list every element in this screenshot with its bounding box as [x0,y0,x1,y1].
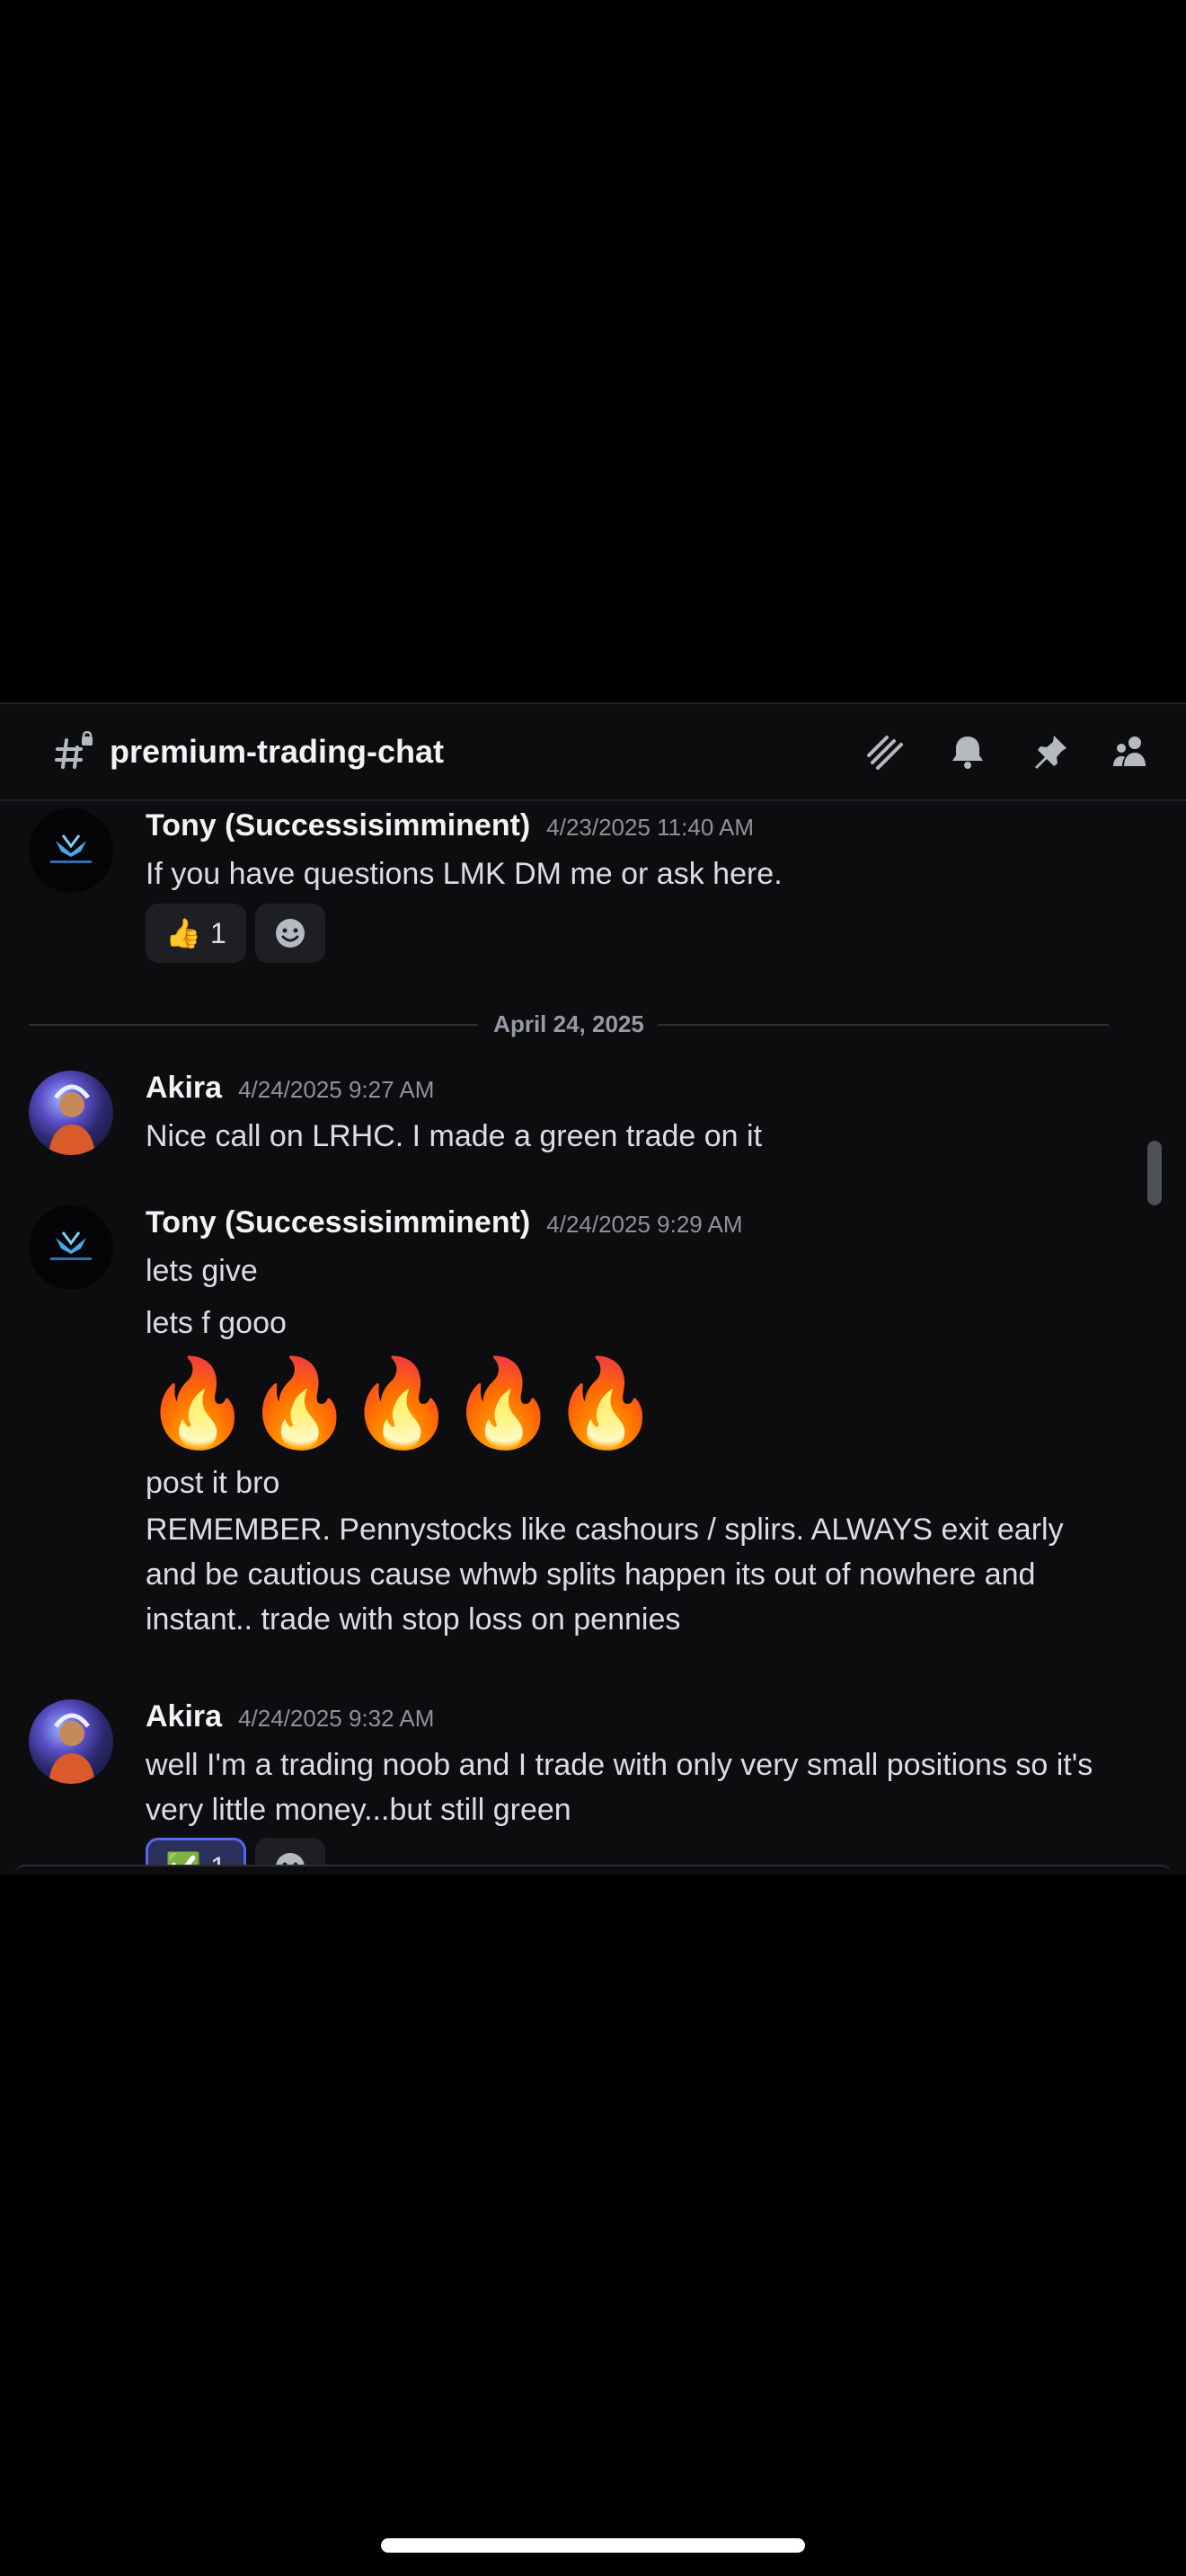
message-text: REMEMBER. Pennystocks like cashours / sp… [146,1513,1064,1636]
discord-channel-view: premium-trading-chat Tony (Successisimmi… [0,702,1186,1875]
message-text: If you have questions LMK DM me or ask h… [146,857,783,891]
author-name[interactable]: Akira [146,1699,222,1734]
add-reaction-button[interactable] [255,904,325,963]
timestamp: 4/23/2025 11:40 AM [546,814,755,841]
add-reaction-icon [276,919,305,948]
message-text: well I'm a trading noob and I trade with… [146,1748,1093,1827]
author-name[interactable]: Tony (Successisimminent) [146,808,530,843]
message-text: lets give [146,1254,258,1288]
message-header: Akira 4/24/2025 9:27 AM [146,1071,434,1106]
thumbs-up-icon: 👍 [165,917,202,949]
timestamp: 4/24/2025 9:32 AM [238,1705,435,1732]
author-name[interactable]: Akira [146,1071,222,1106]
message-composer-edge[interactable] [14,1865,1172,1875]
reaction-thumbs-up[interactable]: 👍 1 [146,904,246,963]
bell-icon[interactable] [945,729,990,774]
message-header: Tony (Successisimminent) 4/23/2025 11:40… [146,808,754,843]
timestamp: 4/24/2025 9:29 AM [546,1211,743,1238]
message-text: post it bro [146,1466,280,1500]
timestamp: 4/24/2025 9:27 AM [238,1076,435,1103]
message-list[interactable]: Tony (Successisimminent) 4/23/2025 11:40… [0,801,1186,1875]
avatar[interactable] [29,1205,113,1290]
avatar-image [49,1713,95,1784]
avatar[interactable] [29,1699,113,1784]
phone-screen: premium-trading-chat Tony (Successisimmi… [0,0,1186,2576]
reaction-count: 1 [210,916,226,949]
date-divider-label: April 24, 2025 [493,1010,644,1037]
channel-name: premium-trading-chat [110,733,445,770]
pin-icon[interactable] [1028,729,1073,774]
message-text: lets f gooo [146,1306,287,1340]
avatar[interactable] [29,808,113,893]
message-header: Tony (Successisimminent) 4/24/2025 9:29 … [146,1205,743,1240]
logo-icon [50,834,92,863]
message-text: Nice call on LRHC. I made a green trade … [146,1119,763,1153]
scrollbar[interactable] [1147,1141,1162,1205]
author-name[interactable]: Tony (Successisimminent) [146,1205,530,1240]
logo-icon [50,1231,92,1260]
threads-icon[interactable] [863,729,907,774]
date-divider: April 24, 2025 [29,1010,1109,1037]
avatar-image [49,1084,95,1155]
home-indicator[interactable] [381,2538,805,2553]
channel-header: premium-trading-chat [0,704,1186,801]
avatar[interactable] [29,1071,113,1155]
members-icon[interactable] [1109,729,1154,774]
message-header: Akira 4/24/2025 9:32 AM [146,1699,434,1734]
hash-lock-icon [54,730,95,772]
fire-emoji-row: 🔥🔥🔥🔥🔥 [144,1355,659,1451]
